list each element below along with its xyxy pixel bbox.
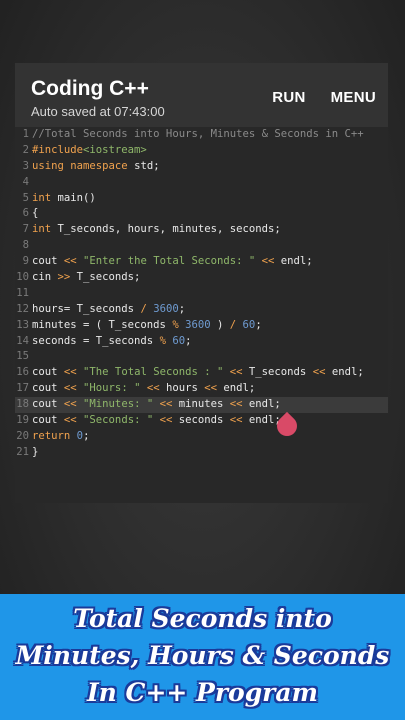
line-number: 4	[22, 175, 29, 188]
line-number: 20	[16, 429, 29, 442]
code-line[interactable]: 1//Total Seconds into Hours, Minutes & S…	[15, 127, 388, 143]
banner-line-3: In C++ Program	[86, 678, 319, 707]
line-number: 9	[22, 255, 29, 268]
line-number: 1	[22, 128, 29, 140]
code-text[interactable]: minutes = ( T_seconds % 3600 ) / 60;	[32, 318, 262, 334]
line-number: 16	[16, 366, 29, 379]
code-line[interactable]: 8	[15, 238, 388, 254]
code-line[interactable]: 6{	[15, 206, 388, 222]
code-line[interactable]: 16 cout << "The Total Seconds : " << T_se…	[15, 365, 388, 381]
code-line[interactable]: 9 cout << "Enter the Total Seconds: " << …	[15, 254, 388, 270]
line-number: 7	[22, 223, 29, 236]
banner-line-1: Total Seconds into	[73, 604, 332, 633]
line-number: 21	[16, 445, 29, 458]
code-line[interactable]: 17 cout << "Hours: " << hours << endl;	[15, 381, 388, 397]
run-button[interactable]: RUN	[272, 89, 305, 106]
line-number: 6	[22, 207, 29, 220]
code-text[interactable]: return 0;	[32, 429, 89, 445]
app-toolbar: Coding C++ Auto saved at 07:43:00 RUN ME…	[15, 63, 388, 127]
code-text[interactable]: using namespace std;	[32, 159, 160, 175]
app-title: Coding C++	[31, 77, 149, 100]
line-number: 8	[22, 239, 29, 252]
code-text[interactable]: cout << "The Total Seconds : " << T_seco…	[32, 365, 364, 381]
line-number: 12	[16, 302, 29, 315]
code-editor[interactable]: 1//Total Seconds into Hours, Minutes & S…	[15, 127, 388, 503]
line-number: 13	[16, 318, 29, 331]
code-line[interactable]: 11	[15, 286, 388, 302]
line-number: 3	[22, 159, 29, 172]
code-text[interactable]: seconds = T_seconds % 60;	[32, 334, 192, 350]
line-number: 14	[16, 334, 29, 347]
code-text[interactable]: cout << "Minutes: " << minutes << endl;	[32, 397, 281, 413]
code-line[interactable]: 20 return 0;	[15, 429, 388, 445]
code-editor-app: Coding C++ Auto saved at 07:43:00 RUN ME…	[15, 63, 388, 503]
code-line[interactable]: 7 int T_seconds, hours, minutes, seconds;	[15, 222, 388, 238]
line-number: 19	[16, 414, 29, 427]
line-number: 17	[16, 382, 29, 395]
code-line[interactable]: 3 using namespace std;	[15, 159, 388, 175]
autosave-status: Auto saved at 07:43:00	[31, 104, 165, 119]
code-text[interactable]: cout << "Seconds: " << seconds << endl;	[32, 413, 281, 429]
line-number: 2	[22, 143, 29, 156]
code-line[interactable]: 4	[15, 175, 388, 191]
code-text[interactable]: cout << "Enter the Total Seconds: " << e…	[32, 254, 313, 270]
toolbar-actions: RUN MENU	[272, 89, 376, 106]
code-line[interactable]: 19 cout << "Seconds: " << seconds << endl…	[15, 413, 388, 429]
code-line[interactable]: 2 #include<iostream>	[15, 143, 388, 159]
code-line[interactable]: 5 int main()	[15, 191, 388, 207]
code-line[interactable]: 18 cout << "Minutes: " << minutes << endl…	[15, 397, 388, 414]
code-text[interactable]: int main()	[32, 191, 96, 207]
line-number: 11	[16, 286, 29, 299]
code-text[interactable]: cout << "Hours: " << hours << endl;	[32, 381, 255, 397]
code-text[interactable]: hours= T_seconds / 3600;	[32, 302, 185, 318]
code-line[interactable]: 15	[15, 349, 388, 365]
code-text[interactable]: {	[32, 206, 38, 222]
code-text[interactable]: cin >> T_seconds;	[32, 270, 140, 286]
line-number: 15	[16, 350, 29, 363]
line-number: 5	[22, 191, 29, 204]
code-line[interactable]: 12 hours= T_seconds / 3600;	[15, 302, 388, 318]
code-line[interactable]: 21}	[15, 445, 388, 461]
code-text[interactable]: //Total Seconds into Hours, Minutes & Se…	[32, 127, 364, 143]
code-text[interactable]: #include<iostream>	[32, 143, 147, 159]
code-line[interactable]: 14 seconds = T_seconds % 60;	[15, 334, 388, 350]
line-number: 18	[16, 398, 29, 411]
code-text[interactable]: }	[32, 445, 38, 461]
menu-button[interactable]: MENU	[331, 89, 376, 106]
title-banner: Total Seconds into Minutes, Hours & Seco…	[0, 594, 405, 720]
banner-line-2: Minutes, Hours & Seconds	[15, 641, 390, 670]
code-line[interactable]: 13 minutes = ( T_seconds % 3600 ) / 60;	[15, 318, 388, 334]
code-text[interactable]: int T_seconds, hours, minutes, seconds;	[32, 222, 281, 238]
line-number: 10	[16, 271, 29, 284]
code-line[interactable]: 10 cin >> T_seconds;	[15, 270, 388, 286]
